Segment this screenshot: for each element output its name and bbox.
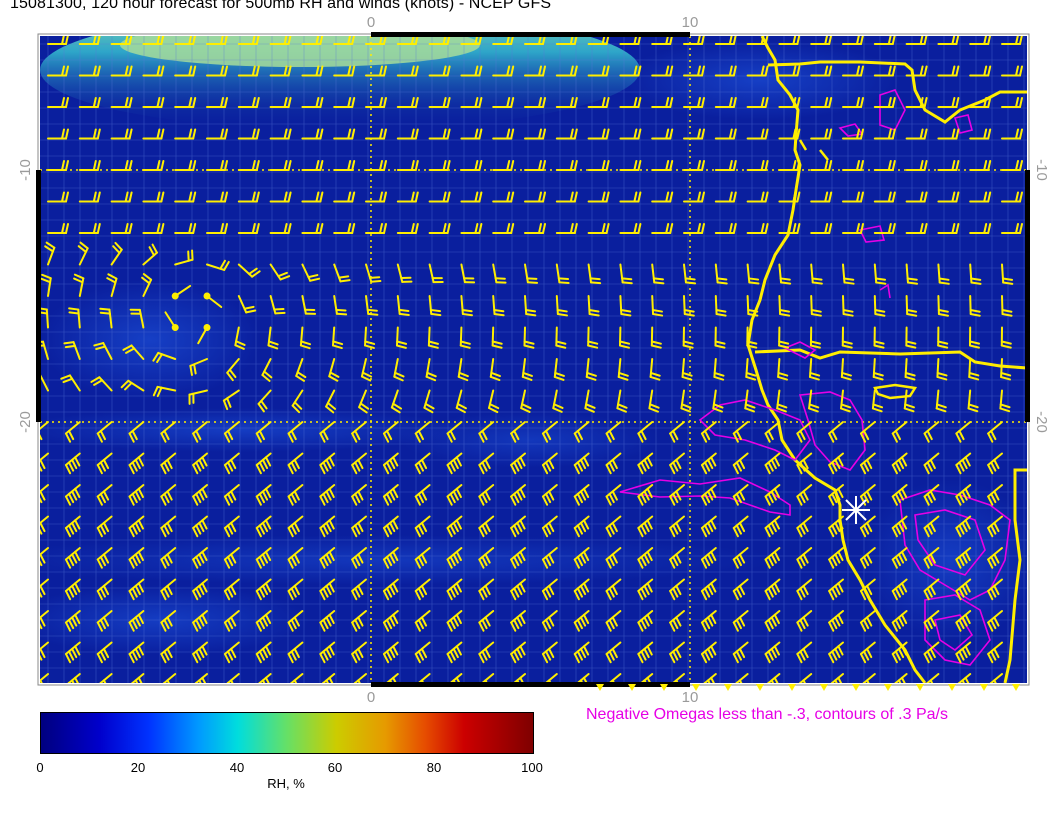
right-tick-minus20: -20: [1033, 411, 1050, 433]
colorbar-label: RH, %: [267, 776, 305, 791]
right-tick-minus10: -10: [1033, 159, 1050, 181]
colorbar-legend: 0 20 40 60 80 100 RH, %: [36, 712, 543, 792]
colorbar-tick: 20: [130, 760, 146, 775]
forecast-map: 0 10 0 10 -10 -20 -10 -20: [17, 14, 1050, 706]
top-tick-0: 0: [367, 14, 375, 31]
wind-barb-icon: [948, 684, 956, 691]
omega-legend-note: Negative Omegas less than -.3, contours …: [586, 706, 948, 723]
wind-barb-icon: [628, 684, 636, 691]
wind-barb-icon: [980, 684, 988, 691]
wind-barb-icon: [1012, 684, 1020, 691]
colorbar-tick: 40: [229, 760, 245, 775]
left-tick-minus20: -20: [17, 411, 34, 433]
wind-barb-icon: [884, 684, 892, 691]
top-tick-10: 10: [682, 14, 699, 31]
wind-barb-icon: [820, 684, 828, 691]
wind-barb-icon: [660, 684, 668, 691]
wind-barb-icon: [852, 684, 860, 691]
bottom-tick-10: 10: [682, 689, 699, 706]
wind-barb-icon: [788, 684, 796, 691]
wind-barb-icon: [916, 684, 924, 691]
colorbar-tick: 100: [521, 760, 543, 775]
left-tick-minus10: -10: [17, 159, 34, 181]
wind-barb-icon: [724, 684, 732, 691]
wind-barb-icon: [596, 684, 604, 691]
colorbar-tick: 60: [327, 760, 343, 775]
colorbar-tick: 0: [36, 760, 44, 775]
bottom-tick-0: 0: [367, 689, 375, 706]
station-marker-icon: [842, 496, 870, 524]
wind-barb-icon: [756, 684, 764, 691]
rh-colorbar: [40, 712, 534, 754]
colorbar-tick: 80: [426, 760, 442, 775]
